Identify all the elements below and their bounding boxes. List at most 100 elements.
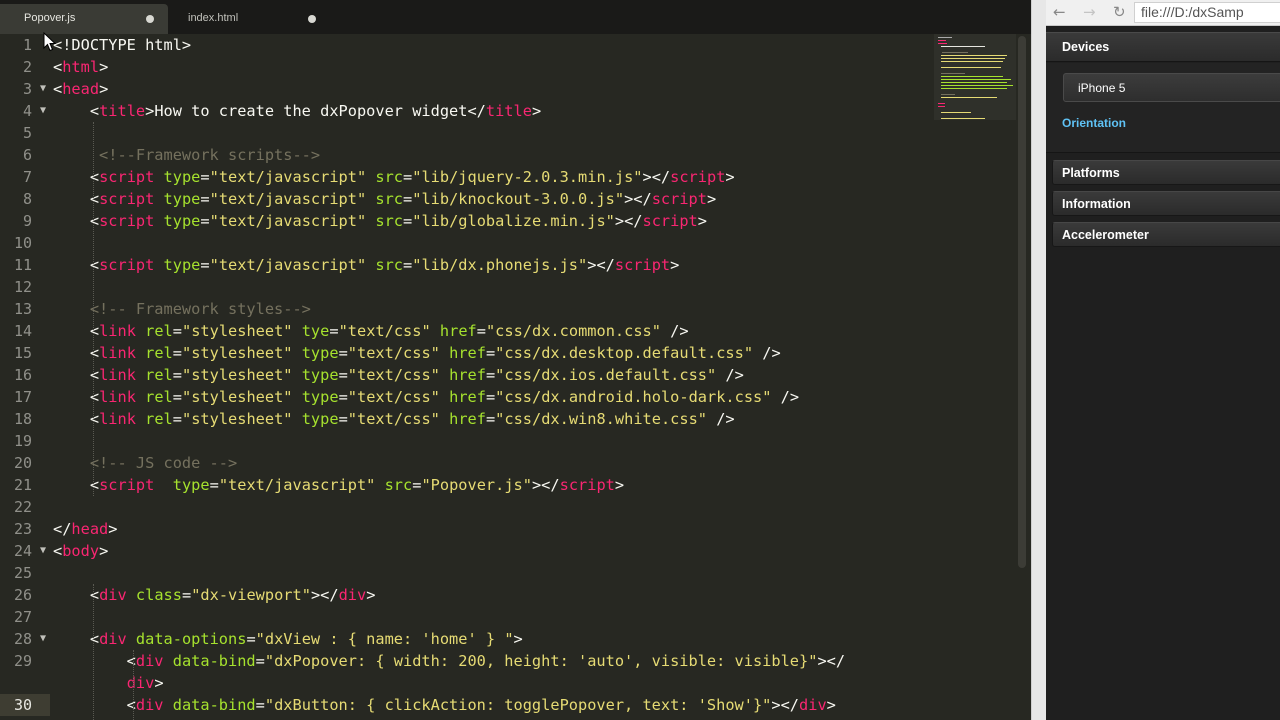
fold-arrow-icon[interactable]: ▼ bbox=[40, 78, 46, 100]
line-number: 19 bbox=[0, 430, 50, 452]
code-token: div bbox=[99, 586, 127, 604]
address-bar[interactable]: file:///D:/dxSamp bbox=[1134, 2, 1280, 23]
code-token: < bbox=[53, 696, 136, 714]
line-number: 11 bbox=[0, 254, 50, 276]
code-token: > bbox=[697, 212, 707, 230]
fold-arrow-icon[interactable]: ▼ bbox=[40, 628, 46, 650]
line-number-text: 26 bbox=[13, 586, 32, 604]
code-token: < bbox=[53, 80, 63, 98]
code-token: div bbox=[126, 674, 155, 692]
line-number-text: 1 bbox=[22, 36, 32, 54]
line-number: 24 ▼ bbox=[0, 540, 50, 562]
code-token: > bbox=[366, 586, 376, 604]
unsaved-dot-icon[interactable] bbox=[146, 15, 154, 23]
line-number-text: 4 bbox=[22, 102, 32, 120]
reload-icon[interactable]: ↻ bbox=[1113, 3, 1126, 21]
code-token: src bbox=[375, 168, 404, 186]
code-token: tye bbox=[301, 322, 330, 340]
indent-guide bbox=[93, 122, 94, 496]
orientation-link[interactable]: Orientation bbox=[1062, 116, 1126, 130]
unsaved-dot-icon[interactable] bbox=[308, 15, 316, 23]
line-number-text: 28 bbox=[13, 630, 32, 648]
device-item-label: iPhone 5 bbox=[1078, 81, 1126, 95]
line-number: 16 bbox=[0, 364, 50, 386]
line-number: 9 bbox=[0, 210, 50, 232]
code-token: "text/css" bbox=[347, 366, 440, 384]
line-number: 14 bbox=[0, 320, 50, 342]
code-token: rel bbox=[145, 388, 173, 406]
line-number-text: 22 bbox=[13, 498, 32, 516]
code-token: script bbox=[670, 168, 726, 186]
line-number: 5 bbox=[0, 122, 50, 144]
code-token: script bbox=[99, 212, 155, 230]
code-token: /> bbox=[753, 344, 781, 362]
code-token: script bbox=[651, 190, 707, 208]
line-number: 30 bbox=[0, 694, 50, 716]
section-label: Information bbox=[1062, 197, 1131, 211]
tab-index-html[interactable]: index.html bbox=[164, 4, 332, 34]
fold-arrow-icon[interactable]: ▼ bbox=[40, 100, 46, 122]
section-information[interactable]: Information bbox=[1052, 191, 1280, 216]
code-editor[interactable]: Popover.js index.html 1 2 3 ▼ 4 ▼ 5 6 7 8 9 10 11 12 1… bbox=[0, 0, 1031, 720]
code-token: <!DOCTYPE html> bbox=[53, 36, 192, 54]
browser-toolbar: ← → ↻ file:///D:/dxSamp bbox=[1046, 0, 1280, 26]
code-token: type bbox=[301, 388, 339, 406]
back-arrow-icon[interactable]: ← bbox=[1053, 3, 1066, 21]
tab-popover-js[interactable]: Popover.js bbox=[0, 4, 168, 34]
devices-header[interactable]: Devices bbox=[1046, 32, 1280, 62]
code-token: link bbox=[99, 410, 136, 428]
line-number: 4 ▼ bbox=[0, 100, 50, 122]
code-token: script bbox=[99, 190, 155, 208]
section-platforms[interactable]: Platforms bbox=[1052, 160, 1280, 185]
vertical-scrollbar[interactable] bbox=[1018, 36, 1026, 568]
line-number-text: 15 bbox=[13, 344, 32, 362]
code-token: "stylesheet" bbox=[181, 366, 293, 384]
fold-arrow-icon[interactable]: ▼ bbox=[40, 540, 46, 562]
code-token: type bbox=[163, 212, 201, 230]
devices-panel: iPhone 5 Orientation bbox=[1046, 63, 1280, 153]
line-number-text: 7 bbox=[22, 168, 32, 186]
code-token: = bbox=[338, 410, 348, 428]
line-number: 29 bbox=[0, 650, 50, 672]
code-token: "css/dx.ios.default.css" bbox=[495, 366, 717, 384]
devices-header-label: Devices bbox=[1062, 40, 1110, 54]
line-number-text: 2 bbox=[22, 58, 32, 76]
code-token: div bbox=[135, 652, 164, 670]
code-text-area[interactable]: <!DOCTYPE html> <html> <head> <title>How t… bbox=[53, 34, 923, 720]
section-accelerometer[interactable]: Accelerometer bbox=[1052, 222, 1280, 247]
code-token: = bbox=[255, 696, 265, 714]
line-number-text: 9 bbox=[22, 212, 32, 230]
device-item-iphone-5[interactable]: iPhone 5 bbox=[1063, 73, 1280, 102]
code-token: < bbox=[53, 652, 136, 670]
forward-arrow-icon[interactable]: → bbox=[1083, 3, 1096, 21]
code-token: "stylesheet" bbox=[181, 388, 293, 406]
code-token: div bbox=[338, 586, 367, 604]
mouse-pointer-icon bbox=[43, 32, 57, 52]
line-number-text: 24 bbox=[13, 542, 32, 560]
code-token: "css/dx.desktop.default.css" bbox=[495, 344, 754, 362]
code-token: type bbox=[301, 344, 339, 362]
minimap[interactable] bbox=[934, 34, 1016, 120]
code-token: = bbox=[485, 366, 496, 384]
code-token: type bbox=[301, 366, 339, 384]
code-token: ></ bbox=[642, 168, 671, 186]
code-token: >How to create the dxPopover widget</ bbox=[145, 102, 486, 120]
code-token: link bbox=[99, 344, 136, 362]
code-token: "text/javascript" bbox=[209, 168, 367, 186]
line-number-text: 3 bbox=[22, 80, 32, 98]
code-token: = bbox=[200, 190, 210, 208]
code-token: src bbox=[375, 190, 404, 208]
code-token: > bbox=[513, 630, 523, 648]
